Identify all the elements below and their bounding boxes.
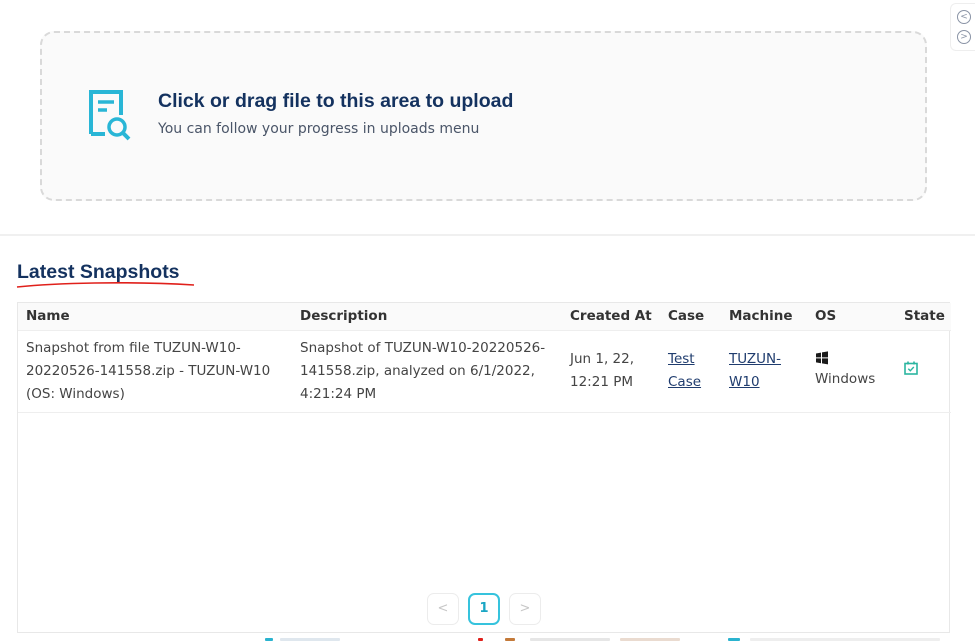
cell-name: Snapshot from file TUZUN-W10-20220526-14… (18, 330, 292, 413)
upload-title: Click or drag file to this area to uploa… (158, 90, 514, 112)
snapshots-table: Name Description Created At Case Machine… (17, 302, 951, 633)
column-header-state[interactable]: State (896, 303, 951, 331)
cell-state (896, 330, 951, 413)
cell-case: Test Case (660, 330, 721, 413)
upload-dropzone[interactable]: Click or drag file to this area to uploa… (40, 31, 927, 201)
side-nav: < > (950, 3, 975, 51)
file-search-icon (89, 90, 131, 141)
cell-created-at: Jun 1, 22, 12:21 PM (562, 330, 660, 413)
column-header-os[interactable]: OS (807, 303, 896, 331)
machine-link[interactable]: TUZUN-W10 (729, 351, 781, 390)
column-header-description[interactable]: Description (292, 303, 562, 331)
footer-cutoff (0, 634, 975, 641)
chevron-right-circle-icon[interactable]: > (957, 30, 971, 44)
cell-machine: TUZUN-W10 (721, 330, 807, 413)
upload-subtitle: You can follow your progress in uploads … (158, 121, 480, 137)
column-header-case[interactable]: Case (660, 303, 721, 331)
chevron-left-circle-icon[interactable]: < (957, 10, 971, 24)
column-header-name[interactable]: Name (18, 303, 292, 331)
column-header-created-at[interactable]: Created At (562, 303, 660, 331)
case-link[interactable]: Test Case (668, 351, 701, 390)
pagination-page-1[interactable]: 1 (468, 593, 500, 625)
cell-os: Windows (807, 330, 896, 413)
table-row[interactable]: Snapshot from file TUZUN-W10-20220526-14… (18, 330, 951, 413)
section-divider (0, 234, 975, 236)
title-underline-annotation (16, 282, 195, 288)
cell-description: Snapshot of TUZUN-W10-20220526-141558.zi… (292, 330, 562, 413)
pagination-prev-button[interactable]: < (427, 593, 459, 625)
table-header-row: Name Description Created At Case Machine… (18, 303, 951, 331)
windows-icon (816, 351, 828, 365)
column-header-machine[interactable]: Machine (721, 303, 807, 331)
os-label: Windows (815, 371, 876, 387)
pagination-next-button[interactable]: > (509, 593, 541, 625)
calendar-check-icon (904, 361, 918, 375)
